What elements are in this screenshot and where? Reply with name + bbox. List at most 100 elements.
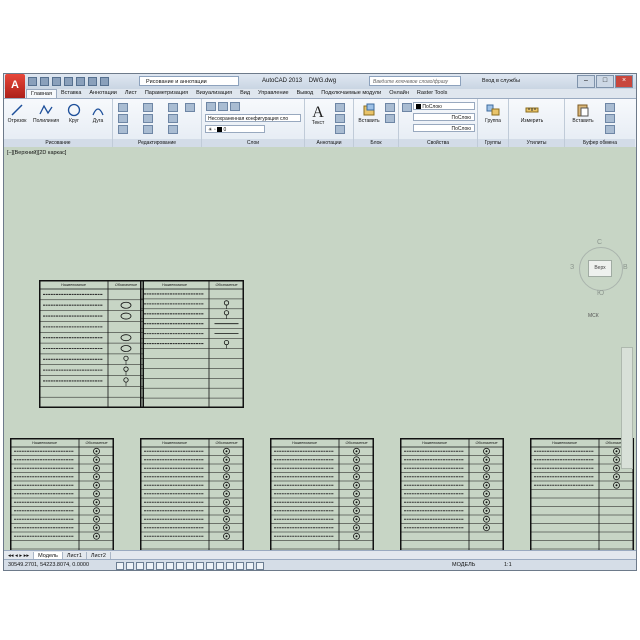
infer-constraints-icon[interactable] — [116, 562, 124, 570]
drawing-viewport[interactable]: [–][Верхний][2D каркас] Наименование Обоз… — [4, 147, 636, 566]
redo-icon[interactable] — [100, 77, 109, 86]
wcs-menu[interactable]: МСК — [588, 313, 599, 319]
grid-icon[interactable] — [136, 562, 144, 570]
save-icon[interactable] — [52, 77, 61, 86]
tab-raster-tools[interactable]: Raster Tools — [413, 89, 451, 98]
search-input[interactable]: Введите ключевое слово/фразу — [369, 76, 461, 86]
insert-block-tool[interactable]: Вставить — [356, 103, 382, 124]
polar-icon[interactable] — [156, 562, 164, 570]
groups-panel-title[interactable]: Группы — [478, 139, 508, 147]
snap-icon[interactable] — [126, 562, 134, 570]
clipboard-panel-title[interactable]: Буфер обмена — [565, 139, 635, 147]
otrack-icon[interactable] — [186, 562, 194, 570]
tab-manage[interactable]: Управление — [254, 89, 293, 98]
match-properties-icon[interactable] — [402, 103, 412, 112]
layer-state-dropdown[interactable]: Несохраненная конфигурация сло — [205, 114, 301, 122]
tab-view[interactable]: Вид — [236, 89, 254, 98]
dimension-icon[interactable] — [335, 103, 345, 112]
group-tool[interactable]: Группа — [480, 103, 506, 124]
table-icon[interactable] — [335, 125, 345, 134]
osnap-icon[interactable] — [166, 562, 174, 570]
rotate-icon[interactable] — [143, 103, 153, 112]
trim-icon[interactable] — [168, 103, 178, 112]
copy-icon[interactable] — [118, 114, 128, 123]
close-button[interactable]: × — [615, 75, 633, 88]
move-icon[interactable] — [118, 103, 128, 112]
copy-link-icon[interactable] — [605, 125, 615, 134]
scale-icon[interactable] — [143, 125, 153, 134]
copy-clip-icon[interactable] — [605, 114, 615, 123]
lineweight-icon[interactable] — [216, 562, 224, 570]
annotation-monitor-icon[interactable] — [256, 562, 264, 570]
erase-icon[interactable] — [185, 103, 195, 112]
viewport-controls[interactable]: [–][Верхний][2D каркас] — [7, 150, 66, 156]
ortho-icon[interactable] — [146, 562, 154, 570]
viewcube-south[interactable]: Ю — [597, 290, 604, 297]
measure-tool[interactable]: Измерить — [515, 103, 549, 124]
leader-icon[interactable] — [335, 114, 345, 123]
layer-state-icon[interactable] — [218, 102, 228, 111]
arc-tool[interactable]: Дуга — [88, 103, 108, 124]
line-tool[interactable]: Отрезок — [6, 103, 28, 124]
mirror-icon[interactable] — [143, 114, 153, 123]
polyline-tool[interactable]: Полилиния — [31, 103, 61, 124]
transparency-icon[interactable] — [226, 562, 234, 570]
utilities-panel-title[interactable]: Утилиты — [509, 139, 564, 147]
modify-panel-title[interactable]: Редактирование — [113, 139, 201, 147]
viewcube-east[interactable]: В — [623, 264, 628, 271]
tab-insert[interactable]: Вставка — [57, 89, 85, 98]
layer-isolate-icon[interactable] — [230, 102, 240, 111]
circle-tool[interactable]: Круг — [64, 103, 84, 124]
ribbon-tabs: Главная Вставка Аннотации Лист Параметри… — [26, 89, 451, 98]
linetype-dropdown[interactable]: ПоСлою — [413, 113, 475, 121]
color-dropdown[interactable]: ПоСлою — [413, 102, 475, 110]
paste-tool[interactable]: Вставить — [569, 103, 597, 124]
block-panel-title[interactable]: Блок — [354, 139, 398, 147]
viewcube-north[interactable]: С — [597, 239, 602, 246]
tab-annotate[interactable]: Аннотации — [85, 89, 121, 98]
workspace-dropdown[interactable]: Рисование и аннотации — [139, 76, 239, 86]
cursor-coordinates[interactable]: 30549.2701, 54223.8074, 0.0000 — [8, 562, 89, 568]
navigation-bar[interactable] — [621, 347, 633, 469]
tab-output[interactable]: Вывод — [293, 89, 318, 98]
tab-layout[interactable]: Лист — [121, 89, 141, 98]
application-menu-button[interactable]: A — [5, 74, 25, 100]
lineweight-dropdown[interactable]: ПоСлою — [413, 124, 475, 132]
new-icon[interactable] — [28, 77, 37, 86]
tab-parametric[interactable]: Параметризация — [141, 89, 192, 98]
create-block-icon[interactable] — [385, 103, 395, 112]
layer-properties-icon[interactable] — [206, 102, 216, 111]
viewcube-west[interactable]: З — [570, 264, 574, 271]
sign-in-link[interactable]: Вход в службы — [482, 78, 520, 84]
annotation-scale[interactable]: 1:1 — [504, 562, 512, 568]
selection-cycling-icon[interactable] — [246, 562, 254, 570]
annotation-panel-title[interactable]: Аннотации — [305, 139, 353, 147]
open-icon[interactable] — [40, 77, 49, 86]
save-as-icon[interactable] — [64, 77, 73, 86]
document-title: DWG.dwg — [308, 78, 337, 84]
minimize-button[interactable]: – — [577, 75, 595, 88]
edit-block-icon[interactable] — [385, 114, 395, 123]
tab-online[interactable]: Онлайн — [385, 89, 413, 98]
layers-panel-title[interactable]: Слои — [202, 139, 304, 147]
print-icon[interactable] — [76, 77, 85, 86]
dyn-icon[interactable] — [206, 562, 214, 570]
viewcube[interactable]: Верх — [588, 260, 612, 277]
model-space-toggle[interactable]: МОДЕЛЬ — [452, 562, 475, 568]
3d-osnap-icon[interactable] — [176, 562, 184, 570]
draw-panel-title[interactable]: Рисование — [4, 139, 112, 147]
properties-panel-title[interactable]: Свойства — [399, 139, 477, 147]
ducs-icon[interactable] — [196, 562, 204, 570]
undo-icon[interactable] — [88, 77, 97, 86]
current-layer-dropdown[interactable]: ☀ ▫ 0 — [205, 125, 265, 133]
quick-properties-icon[interactable] — [236, 562, 244, 570]
array-icon[interactable] — [168, 125, 178, 134]
maximize-button[interactable]: □ — [596, 75, 614, 88]
text-tool[interactable]: A Текст — [308, 101, 328, 126]
stretch-icon[interactable] — [118, 125, 128, 134]
fillet-icon[interactable] — [168, 114, 178, 123]
tab-home[interactable]: Главная — [26, 89, 57, 98]
tab-render[interactable]: Визуализация — [192, 89, 236, 98]
tab-plugins[interactable]: Подключаемые модули — [317, 89, 385, 98]
cut-icon[interactable] — [605, 103, 615, 112]
